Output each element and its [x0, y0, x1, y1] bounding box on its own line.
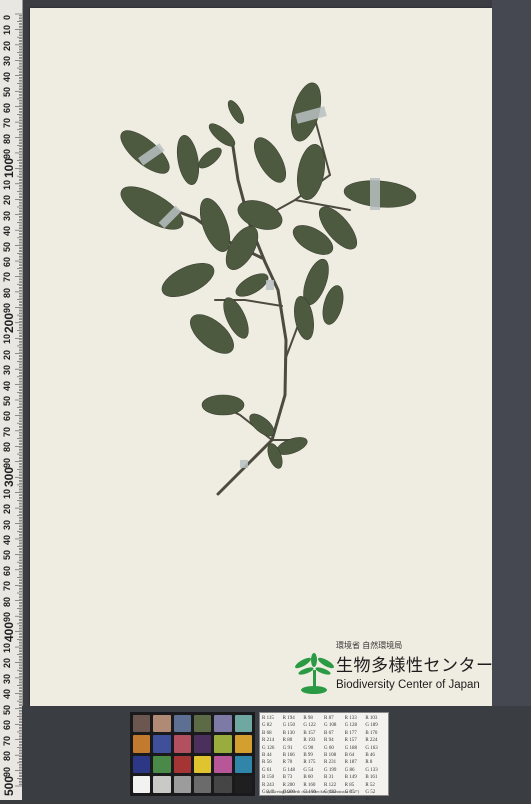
color-patch [173, 775, 191, 793]
color-patch [194, 735, 212, 753]
color-value-cell: B 64 [344, 753, 355, 759]
color-value-cell: B 44 [262, 753, 272, 759]
color-value-cell: R 133 [344, 716, 357, 721]
color-value-cell: G 150 [282, 723, 296, 729]
logo-ministry-text: 環境省 自然環境局 [336, 641, 403, 650]
color-value-cell: B 170 [365, 730, 378, 736]
color-value-cell: R 200 [282, 782, 295, 788]
color-patch [194, 775, 212, 793]
color-value-cell: B 242 [262, 797, 275, 803]
color-patch [153, 735, 171, 753]
color-value-cell: B 60 [303, 775, 313, 781]
color-value-cell: R 194 [282, 716, 295, 721]
color-value-cell: B 177 [344, 730, 357, 736]
color-value-cell: R 80 [282, 738, 293, 744]
color-patch [173, 715, 191, 733]
color-value-cell: B 68 [262, 730, 272, 736]
color-patch [173, 755, 191, 773]
color-value-cell: B 52 [365, 797, 375, 803]
color-value-cell: R 94 [323, 738, 334, 744]
color-patch [214, 755, 232, 773]
color-value-cell: G 188 [344, 745, 358, 751]
color-patch [234, 775, 252, 793]
color-value-cell: R 52 [365, 782, 375, 788]
color-value-cell: G 128 [344, 723, 358, 729]
color-value-cell: R 231 [323, 760, 337, 766]
color-patch [214, 735, 232, 753]
color-value-cell: B 161 [365, 775, 378, 781]
color-value-cell: G 148 [282, 767, 296, 773]
color-value-cell: G 199 [323, 767, 337, 773]
color-value-cell: G 61 [262, 767, 272, 773]
color-value-cell: G 122 [303, 723, 316, 729]
color-value-cell: G 52 [365, 790, 376, 796]
color-value-cell: R 8 [365, 760, 373, 766]
color-value-cell: B 200 [282, 797, 295, 803]
color-value-cell: R 122 [323, 782, 337, 788]
color-value-cell: R 214 [262, 738, 275, 744]
color-value-cell: B 160 [303, 797, 316, 803]
color-value-cell: B 149 [344, 775, 357, 781]
color-patch [234, 755, 252, 773]
color-patch [214, 775, 232, 793]
color-value-cell: B 46 [365, 753, 375, 759]
color-value-cell: G 189 [365, 723, 378, 729]
color-patch [194, 715, 212, 733]
color-patch [234, 735, 252, 753]
color-patch [133, 775, 151, 793]
color-value-cell: B 67 [323, 730, 334, 736]
color-value-cell: G 82 [262, 723, 272, 729]
color-value-cell: G 91 [282, 745, 293, 751]
color-value-cell: B 157 [303, 730, 316, 736]
color-patch [234, 715, 252, 733]
color-patch [153, 755, 171, 773]
color-patch [153, 715, 171, 733]
color-value-cell: B 121 [323, 797, 337, 803]
logo-title-jp: 生物多様性センター [336, 656, 494, 675]
color-value-cell: B 130 [282, 730, 295, 736]
color-value-cell: R 115 [262, 716, 274, 721]
color-value-cell: R 157 [344, 738, 357, 744]
color-value-cell: R 187 [344, 760, 357, 766]
color-value-cell: G 126 [262, 745, 275, 751]
color-value-cell: G 60 [323, 745, 334, 751]
color-patch [173, 735, 191, 753]
color-value-cell: B 31 [323, 775, 334, 781]
color-value-cell: R 56 [262, 760, 272, 766]
color-patch [133, 715, 151, 733]
logo-mark [295, 653, 334, 694]
logo-title-en: Biodiversity Center of Japan [336, 679, 480, 691]
color-value-cell: G 54 [303, 767, 314, 773]
color-value-cell: R 87 [323, 716, 334, 721]
color-patch [194, 755, 212, 773]
color-value-cell: R 98 [303, 716, 313, 721]
color-checker-card [130, 712, 255, 796]
color-value-cell: B 85 [344, 797, 355, 803]
color-value-cell: B 150 [262, 775, 275, 781]
color-value-cell: B 166 [282, 753, 295, 759]
herbarium-scan: 0 10 20 30 40 50 60 70 80 90 100 10 20 30 40 50 60 70 80 90… [0, 0, 531, 802]
color-value-cell: B 108 [323, 753, 337, 759]
color-value-cell: R 160 [303, 782, 316, 788]
color-value-cell: G 108 [323, 723, 337, 729]
color-value-cell: R 175 [303, 760, 316, 766]
color-value-cell: R 70 [282, 760, 293, 766]
color-value-cell: G 163 [365, 745, 378, 751]
color-value-cell: B 99 [303, 753, 313, 759]
color-value-cell: G 86 [344, 767, 355, 773]
color-value-cell: R 224 [365, 738, 378, 744]
color-patch [214, 715, 232, 733]
color-value-cell: G 90 [303, 745, 314, 751]
color-value-cell: R 103 [365, 716, 378, 721]
color-patch [153, 775, 171, 793]
color-value-cell: R 193 [303, 738, 316, 744]
color-values-table: R 115 R 194 R 98 R 87 R 133 R 103 G 82 G 150 G 1… [259, 712, 389, 802]
color-patch [133, 755, 151, 773]
color-value-cell: G 133 [365, 767, 378, 773]
color-value-cell: B 73 [282, 775, 293, 781]
color-card-caption: by GretagMacbeth color checker (Illumina… [266, 789, 360, 794]
color-patch [133, 735, 151, 753]
color-value-cell: R 243 [262, 782, 275, 788]
color-value-cell: R 85 [344, 782, 355, 788]
